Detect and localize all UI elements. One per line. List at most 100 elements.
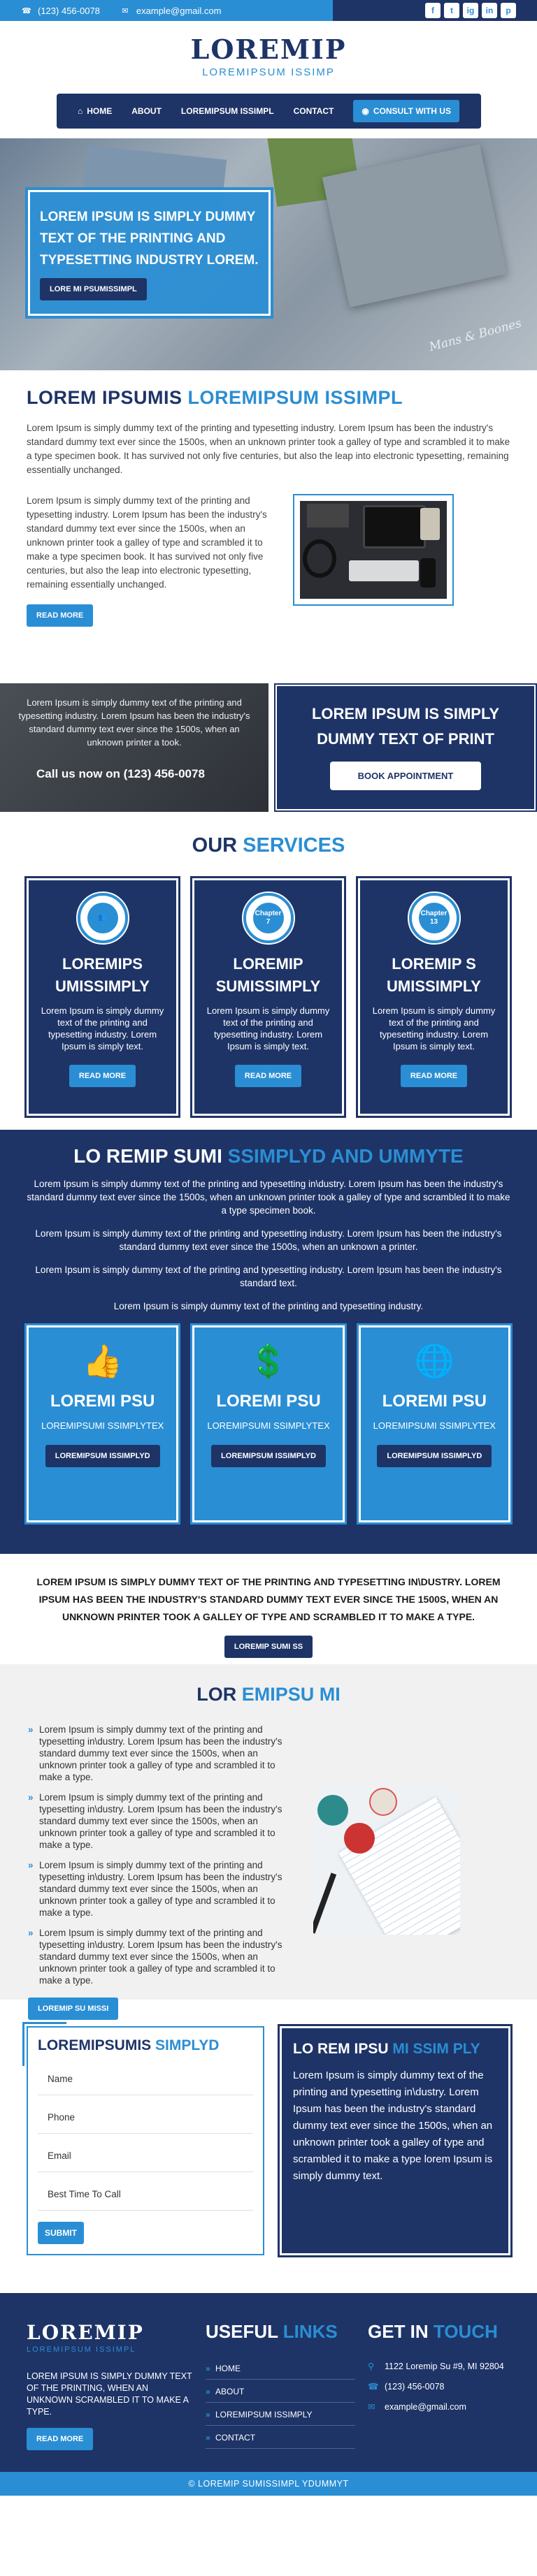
hero-box: LOREM IPSUM IS SIMPLY DUMMY TEXT OF THE … [25,187,273,319]
info-title: LO REM IPSU MI SSIM PLY [293,2041,497,2058]
twitter-icon[interactable]: t [444,3,459,18]
feature-subtitle: LOREMIPSUMI SSIMPLYTEX [373,1420,496,1431]
feature-card: 💲 LOREMI PSU LOREMIPSUMI SSIMPLYTEX LORE… [190,1323,347,1525]
form-title-part1: LOREMIPSUMIS [38,2037,156,2053]
service-title: LOREMIPS UMISSIMPLY [55,955,150,995]
linkedin-icon[interactable]: in [482,3,497,18]
statement-section: LOREM IPSUM IS SIMPLY DUMMY TEXT OF THE … [0,1554,537,1664]
band-paragraph: Lorem Ipsum is simply dummy text of the … [113,1301,424,1311]
services-section: OUR SERVICES 👥 LOREMIPS UMISSIMPLY Lorem… [0,812,537,1130]
service-read-more-button[interactable]: READ MORE [234,1065,302,1087]
feature-button[interactable]: LOREMIPSUM ISSIMPLYD [377,1445,492,1467]
globe-icon: 🌐 [414,1343,454,1379]
feature-title: LOREMI PSU [216,1392,321,1411]
phone-contact[interactable]: ☎ (123) 456-0078 [21,5,100,16]
book-appointment-button[interactable]: BOOK APPOINTMENT [329,762,482,790]
instagram-icon[interactable]: ig [463,3,478,18]
info-title-part2: MI SSIM PLY [392,2041,480,2057]
service-read-more-button[interactable]: READ MORE [400,1065,468,1087]
feature-card: 🌐 LOREMI PSU LOREMIPSUMI SSIMPLYTEX LORE… [356,1323,513,1525]
touch-title-part2: TOUCH [433,2321,498,2342]
service-title: LOREMIP S UMISSIMPLY [387,955,481,995]
hero-button[interactable]: LORE MI PSUMISSIMPL [40,278,147,300]
touch-title-part1: GET IN [368,2321,434,2342]
about-side-text: Lorem Ipsum is simply dummy text of the … [27,495,267,590]
form-title: LOREMIPSUMIS SIMPLYD [38,2037,253,2054]
chapter-icon: Chapter 7 [252,903,284,933]
money-hand-icon: 💲 [248,1343,289,1379]
about-read-more-button[interactable]: READ MORE [27,604,94,627]
about-image [293,494,454,606]
about-section: LOREM IPSUMIS LOREMIPSUM ISSIMPL Lorem I… [0,370,537,683]
phone-text: (123) 456-0078 [38,5,100,16]
services-title-part1: OUR [192,834,243,857]
consult-button[interactable]: ◉ CONSULT WITH US [353,100,459,122]
service-read-more-button[interactable]: READ MORE [69,1065,136,1087]
name-field[interactable]: Name [38,2065,253,2095]
footer-phone[interactable]: (123) 456-0078 [385,2381,444,2393]
links-title: USEFUL LINKS [206,2321,355,2343]
logo-title[interactable]: LOREMIP [0,34,537,65]
feature-card: 👍 LOREMI PSU LOREMIPSUMI SSIMPLYTEX LORE… [24,1323,181,1525]
email-field[interactable]: Email [38,2142,253,2172]
info-title-part1: LO REM IPSU [293,2041,393,2057]
logo-subtitle: LOREMIPSUM ISSIMP [202,66,335,78]
service-card: Chapter 13 LOREMIP S UMISSIMPLY Lorem Ip… [356,876,512,1118]
feature-title: LOREMI PSU [50,1392,155,1411]
call-left-panel: Lorem Ipsum is simply dummy text of the … [0,683,268,812]
list-section: LOR EMIPSU MI Lorem Ipsum is simply dumm… [0,1664,537,2020]
call-phone[interactable]: Call us now on (123) 456-0078 [14,767,255,781]
statement-button[interactable]: LOREMIP SUMI SS [224,1636,313,1658]
band-paragraph: Lorem Ipsum is simply dummy text of the … [27,1179,510,1216]
footer-link-contact[interactable]: CONTACT [206,2426,355,2449]
home-icon: ⌂ [78,106,83,116]
info-box: LO REM IPSU MI SSIM PLY Lorem Ipsum is s… [278,2024,513,2257]
top-bar: ☎ (123) 456-0078 ✉ example@gmail.com f t i… [0,0,537,21]
service-title: LOREMIP SUMISSIMPLY [215,955,321,995]
about-title-part2: LOREMIPSUM ISSIMPL [187,387,403,408]
list-item: Lorem Ipsum is simply dummy text of the … [28,1724,294,1783]
statement-text: LOREM IPSUM IS SIMPLY DUMMY TEXT OF THE … [36,1576,501,1622]
footer-link-home[interactable]: HOME [206,2357,355,2380]
facebook-icon[interactable]: f [425,3,441,18]
feature-button[interactable]: LOREMIPSUM ISSIMPLYD [211,1445,326,1467]
list-title: LOR EMIPSU MI [28,1684,509,1705]
nav-about[interactable]: ABOUT [131,106,162,116]
links-title-part2: LINKS [282,2321,338,2342]
service-text: Lorem Ipsum is simply dummy text of the … [41,1005,164,1051]
form-title-part2: SIMPLYD [155,2037,220,2053]
submit-button[interactable]: SUBMIT [38,2222,84,2244]
list-item: Lorem Ipsum is simply dummy text of the … [28,1791,294,1851]
about-intro: Lorem Ipsum is simply dummy text of the … [27,423,510,475]
footer-logo-title[interactable]: LOREMIP [27,2321,193,2344]
feature-button[interactable]: LOREMIPSUM ISSIMPLYD [45,1445,160,1467]
pinterest-icon[interactable]: p [501,3,516,18]
thumbs-up-icon: 👍 [83,1343,123,1379]
band-title: LO REMIP SUMI SSIMPLYD AND UMMYTE [27,1145,510,1167]
band-paragraph: Lorem Ipsum is simply dummy text of the … [35,1228,502,1252]
phone-field[interactable]: Phone [38,2104,253,2134]
phone-icon: ☎ [368,2382,379,2392]
service-text: Lorem Ipsum is simply dummy text of the … [372,1005,496,1051]
chapter-icon: Chapter 13 [418,903,450,933]
location-icon: ⚲ [368,2362,375,2371]
nav-contact[interactable]: CONTACT [294,106,334,116]
call-strip: Lorem Ipsum is simply dummy text of the … [0,683,537,812]
feature-subtitle: LOREMIPSUMI SSIMPLYTEX [207,1420,330,1431]
footer-link-about[interactable]: ABOUT [206,2380,355,2403]
email-contact[interactable]: ✉ example@gmail.com [120,5,222,16]
users-icon: 👥 [87,903,118,933]
list-button[interactable]: LOREMIP SU MISSI [28,1998,119,2020]
nav-loremipsum[interactable]: LOREMIPSUM ISSIMPL [181,106,274,116]
band-paragraph: Lorem Ipsum is simply dummy text of the … [35,1265,502,1288]
appointment-box: LOREM IPSUM IS SIMPLY DUMMY TEXT OF PRIN… [274,683,537,812]
footer-email[interactable]: example@gmail.com [385,2401,466,2413]
email-text: example@gmail.com [136,5,222,16]
best-time-field[interactable]: Best Time To Call [38,2181,253,2211]
footer-read-more-button[interactable]: READ MORE [27,2428,94,2450]
nav-home[interactable]: ⌂ HOME [78,106,112,116]
globe-icon: ◉ [361,106,369,116]
footer-link-loremipsum[interactable]: LOREMIPSUM ISSIMPLY [206,2403,355,2426]
feature-title: LOREMI PSU [382,1392,487,1411]
mail-icon: ✉ [122,6,129,15]
